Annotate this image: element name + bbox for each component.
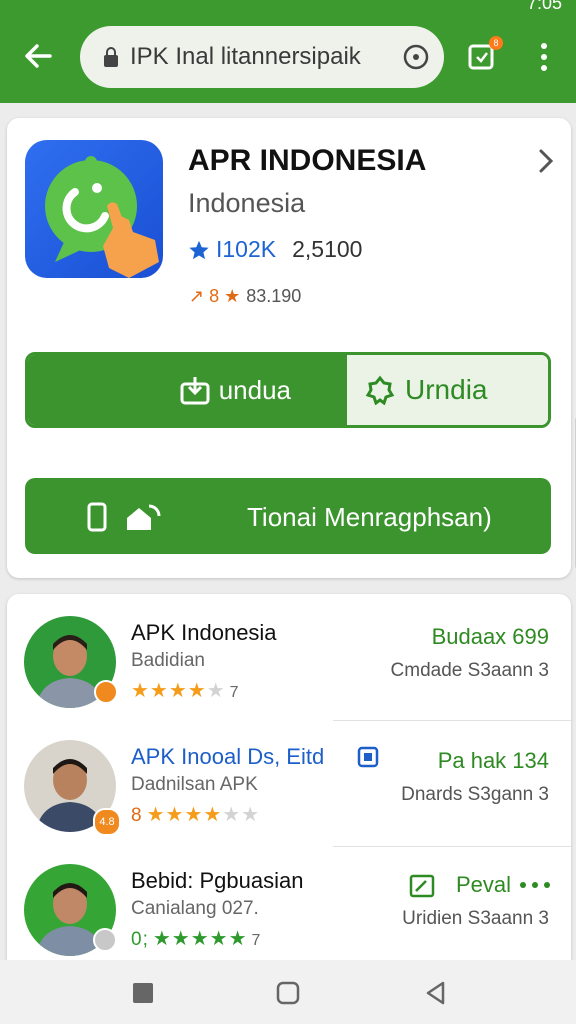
back-arrow-icon[interactable] (20, 38, 56, 74)
download-count: 2,5100 (292, 236, 363, 262)
more-dots-icon[interactable] (519, 880, 551, 890)
url-text: IPK Inal litannersipaik (130, 43, 361, 70)
star-icon (189, 240, 209, 259)
item-price[interactable]: Peval (456, 872, 511, 898)
manage-label: Tionai Menragphsan) (247, 502, 492, 532)
status-bar: 7:05 (526, 0, 562, 13)
system-nav-bar (0, 960, 576, 1024)
verified-icon (357, 746, 379, 768)
edit-icon (409, 874, 435, 898)
time-text: 7:05 (526, 0, 562, 13)
install-label: Urndia (405, 374, 488, 405)
download-button-group: undua Urndia (25, 352, 551, 428)
item-meta: Cmdade S3aann 3 (390, 660, 549, 681)
avatar-badge (94, 680, 118, 704)
related-apps-list: APK Indonesia Badidian ★★★★★ 7 Budaax 699… (7, 594, 571, 974)
meta-value: 83.190 (246, 286, 302, 306)
item-subtitle: Badidian (131, 650, 205, 671)
rating-prefix: 0; (131, 929, 149, 950)
install-button[interactable]: Urndia (347, 355, 548, 425)
info-icon[interactable] (402, 43, 430, 71)
lock-icon (104, 47, 118, 67)
chat-bubble-hand-icon (45, 156, 159, 278)
rating-count: I102K (216, 236, 277, 262)
manage-button[interactable]: Tionai Menragphsan) (25, 478, 551, 554)
item-meta: Dnards S3gann 3 (401, 784, 549, 805)
badge-icon (365, 375, 395, 405)
app-icon (25, 140, 163, 278)
app-developer: Indonesia (188, 188, 306, 218)
phone-icon (87, 502, 107, 532)
overflow-menu-icon[interactable] (532, 40, 556, 74)
download-button[interactable]: undua (28, 355, 347, 425)
rating-count: 7 (229, 684, 239, 701)
star-rating: ★★★★★ 7 (131, 680, 239, 702)
avatar-badge: 4.8 (93, 808, 121, 836)
item-title: Bebid: Pgbuasian (131, 868, 304, 893)
chevron-right-icon[interactable] (537, 148, 555, 174)
url-bar[interactable]: IPK Inal litannersipaik (80, 26, 444, 88)
app-detail-card: APR INDONESIA Indonesia I102K 2,5100 ↗ 8… (7, 118, 576, 578)
home-icon[interactable] (275, 980, 301, 1006)
back-triangle-icon[interactable] (423, 980, 449, 1006)
recents-icon[interactable] (130, 980, 156, 1006)
list-item[interactable]: 4.8 APK Inooal Ds, Eitd Dadnilsan APK 8 ★… (7, 718, 571, 838)
meta-prefix: ↗ 8 ★ (189, 286, 241, 306)
top-app-bar: 7:05 IPK Inal litannersipaik 8 (0, 0, 576, 103)
star-rating: 8 ★★★★★★ (131, 804, 261, 826)
item-title: APK Indonesia (131, 620, 277, 645)
app-title: APR INDONESIA (188, 144, 427, 177)
rating-count: 7 (251, 932, 261, 949)
rating-row: I102K 2,5100 (188, 236, 362, 263)
list-item[interactable]: Bebid: Pgbuasian Canialang 027. 0; ★★★★★ 7… (7, 842, 571, 962)
tabs-badge: 8 (489, 36, 503, 50)
rating-prefix: 8 (131, 805, 143, 826)
avatar-badge (93, 928, 117, 952)
item-subtitle: Dadnilsan APK (131, 774, 258, 795)
meta-row: ↗ 8 ★ 83.190 (189, 286, 301, 307)
item-subtitle: Canialang 027. (131, 898, 259, 919)
item-title: APK Inooal Ds, Eitd (131, 744, 325, 769)
download-label: undua (218, 374, 291, 405)
home-wifi-icon (127, 504, 161, 530)
list-item[interactable]: APK Indonesia Badidian ★★★★★ 7 Budaax 699… (7, 594, 571, 714)
item-meta: Uridien S3aann 3 (402, 908, 549, 929)
download-icon (180, 377, 210, 405)
item-price[interactable]: Pa hak 134 (438, 748, 549, 774)
item-price[interactable]: Budaax 699 (432, 624, 549, 650)
star-rating: 0; ★★★★★ 7 (131, 928, 261, 950)
